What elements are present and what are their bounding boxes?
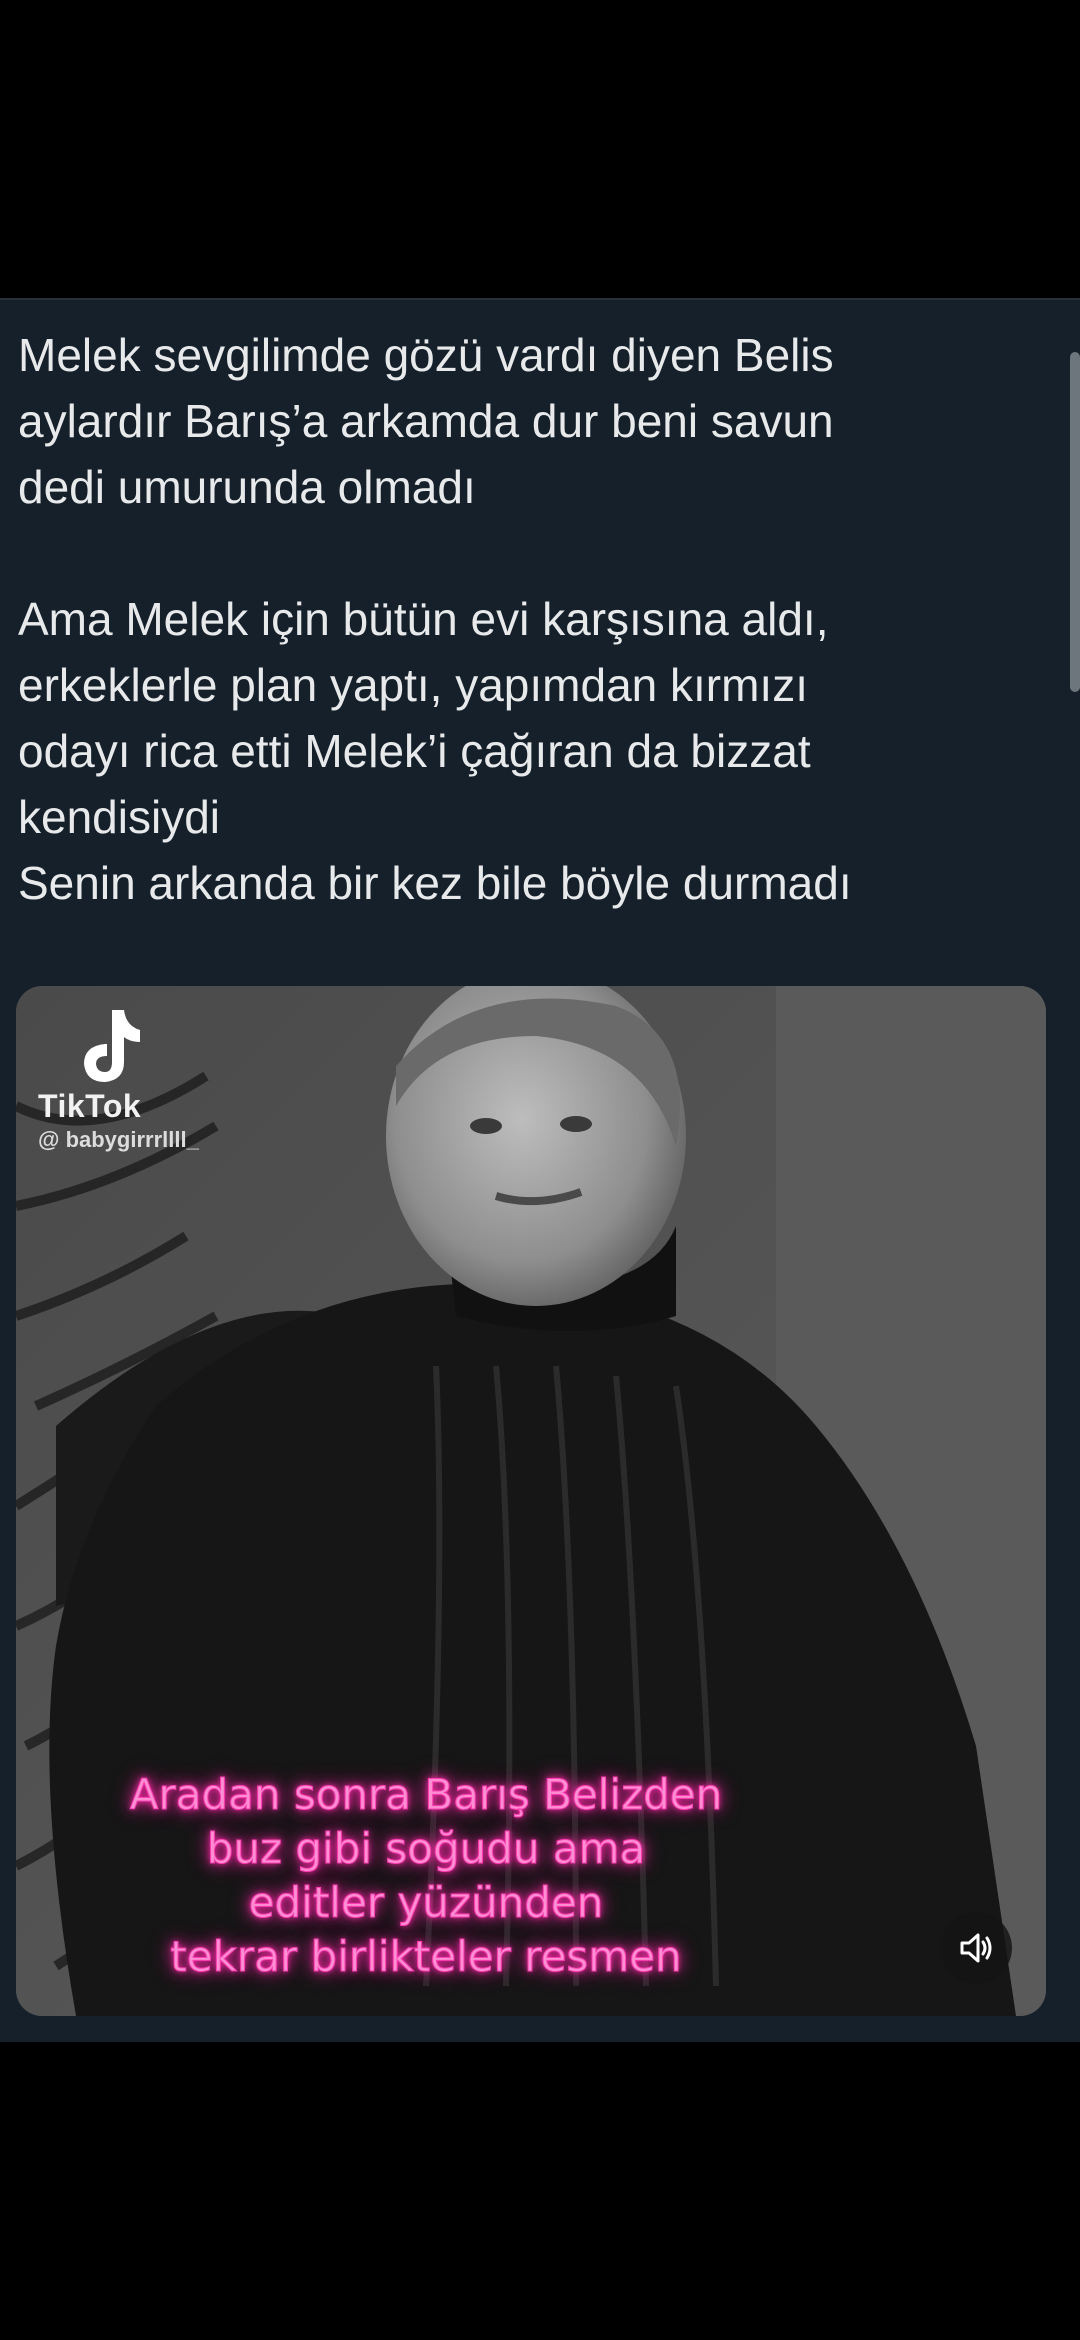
mute-toggle-button[interactable] bbox=[940, 1912, 1012, 1984]
tiktok-watermark: TikTok @ babygirrrllll_ bbox=[38, 1006, 199, 1153]
top-black-bar bbox=[0, 0, 1080, 298]
caption-line: Aradan sonra Barış Belizden bbox=[129, 1770, 723, 1820]
tiktok-brand-text: TikTok bbox=[38, 1088, 142, 1124]
caption-line: buz gibi soğudu ama bbox=[206, 1824, 646, 1874]
bottom-black-bar bbox=[0, 2042, 1080, 2340]
tiktok-logo-icon bbox=[84, 1010, 140, 1082]
tweet-text: Melek sevgilimde gözü vardı diyen Belis … bbox=[18, 329, 852, 909]
tiktok-username: @ babygirrrllll_ bbox=[38, 1127, 199, 1152]
video-player[interactable]: TikTok @ babygirrrllll_ Aradan sonra Bar… bbox=[16, 986, 1046, 2016]
video-caption: Aradan sonra Barış Belizden buz gibi soğ… bbox=[116, 1768, 736, 1984]
caption-line: tekrar birlikteler resmen bbox=[170, 1932, 682, 1982]
scrollbar-thumb[interactable] bbox=[1070, 352, 1080, 692]
speaker-muted-icon bbox=[960, 1933, 992, 1963]
caption-line: editler yüzünden bbox=[248, 1878, 604, 1928]
